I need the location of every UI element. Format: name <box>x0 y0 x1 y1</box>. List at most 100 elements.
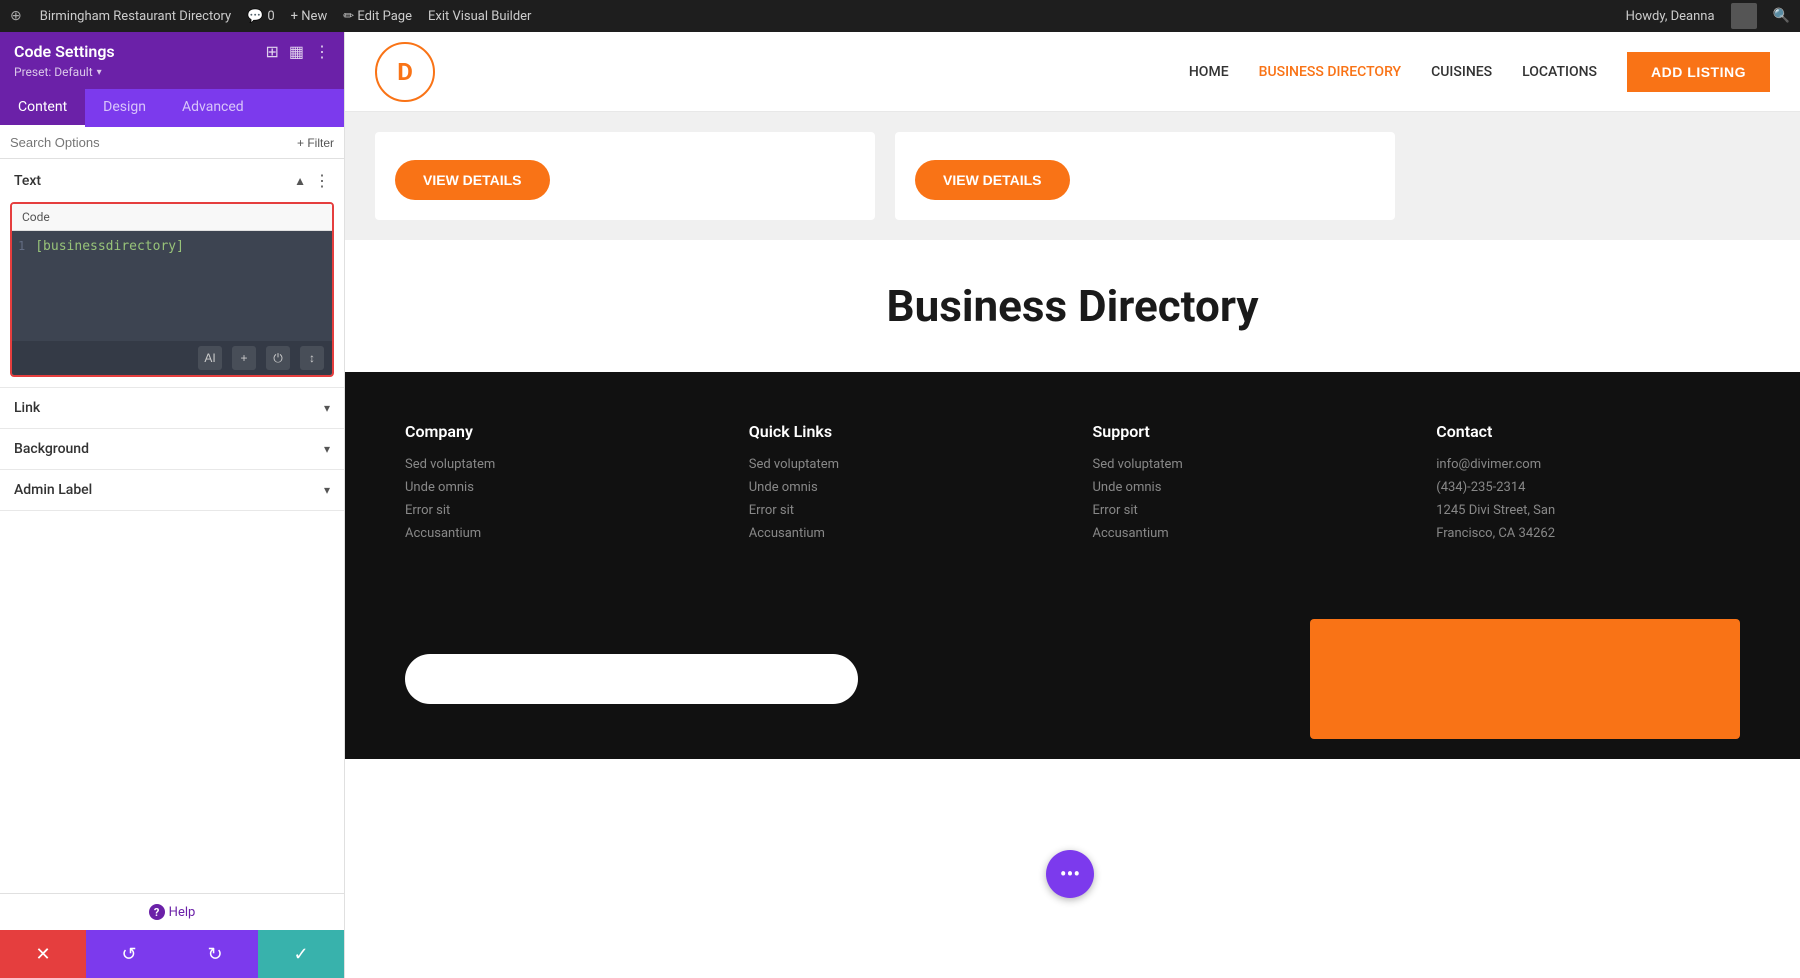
biz-dir-section: Business Directory <box>345 240 1800 372</box>
dots-icon: ••• <box>1060 862 1080 886</box>
panel-tabs: Content Design Advanced <box>0 89 344 127</box>
footer-contact-link-3[interactable]: 1245 Divi Street, San <box>1436 503 1740 518</box>
edit-page-link[interactable]: ✏ Edit Page <box>343 9 412 24</box>
tab-advanced[interactable]: Advanced <box>164 89 262 127</box>
nav-link-cuisines[interactable]: CUISINES <box>1431 64 1492 80</box>
tab-content[interactable]: Content <box>0 89 85 127</box>
link-section: Link ▾ <box>0 388 344 429</box>
panel-title: Code Settings <box>14 42 115 61</box>
text-section: Text ▲ ⋮ Code 1 [businessdirectory] <box>0 159 344 388</box>
footer-company-link-4[interactable]: Accusantium <box>405 526 709 541</box>
footer-support-link-2[interactable]: Unde omnis <box>1093 480 1397 495</box>
panel-content: Text ▲ ⋮ Code 1 [businessdirectory] <box>0 159 344 893</box>
search-options-input[interactable] <box>10 135 289 150</box>
footer-contact-link-2[interactable]: (434)-235-2314 <box>1436 480 1740 495</box>
footer-quicklinks-title: Quick Links <box>749 422 1053 441</box>
help-link[interactable]: ? Help <box>10 904 334 920</box>
floating-action-button[interactable]: ••• <box>1046 850 1094 898</box>
nav-link-locations[interactable]: LOCATIONS <box>1522 64 1597 80</box>
code-shortcode-text: [businessdirectory] <box>35 239 184 254</box>
text-section-chevron: ▲ <box>294 174 306 188</box>
sort-button[interactable]: ↕ <box>300 346 324 370</box>
comment-icon: 💬 <box>247 9 263 24</box>
code-content: [businessdirectory] <box>35 239 184 333</box>
add-code-button[interactable]: + <box>232 346 256 370</box>
history-button[interactable]: ↺ <box>86 930 172 978</box>
chevron-down-icon: ▾ <box>97 67 102 78</box>
card-2: VIEW DETAILS <box>895 132 1395 220</box>
text-section-dots[interactable]: ⋮ <box>314 171 330 190</box>
search-icon[interactable]: 🔍 <box>1773 8 1790 24</box>
view-details-button-2[interactable]: VIEW DETAILS <box>915 160 1070 200</box>
save-button[interactable]: ✓ <box>258 930 344 978</box>
add-listing-button[interactable]: ADD LISTING <box>1627 52 1770 92</box>
footer-col-contact: Contact info@divimer.com (434)-235-2314 … <box>1436 422 1740 549</box>
panel-actions: ✕ ↺ ↻ ✓ <box>0 930 344 978</box>
footer-quicklinks-link-3[interactable]: Error sit <box>749 503 1053 518</box>
ai-button[interactable]: AI <box>198 346 222 370</box>
comments-link[interactable]: 💬 0 <box>247 9 275 24</box>
footer-col-quicklinks: Quick Links Sed voluptatem Unde omnis Er… <box>749 422 1053 549</box>
footer-quicklinks-link-2[interactable]: Unde omnis <box>749 480 1053 495</box>
footer-support-link-4[interactable]: Accusantium <box>1093 526 1397 541</box>
redo-button[interactable]: ↻ <box>172 930 258 978</box>
wp-logo-icon[interactable]: ⊕ <box>10 8 22 24</box>
bottom-search-bar[interactable] <box>405 654 858 704</box>
filter-button[interactable]: + Filter <box>297 136 334 150</box>
redo-icon: ↻ <box>207 944 222 965</box>
link-section-title: Link <box>14 400 40 416</box>
text-section-header[interactable]: Text ▲ ⋮ <box>0 159 344 202</box>
filter-label: + Filter <box>297 136 334 150</box>
site-nav: D HOME BUSINESS DIRECTORY CUISINES LOCAT… <box>345 32 1800 112</box>
section-header-right: ▲ ⋮ <box>294 171 330 190</box>
nav-link-business-directory[interactable]: BUSINESS DIRECTORY <box>1259 64 1402 80</box>
comments-count: 0 <box>267 9 274 24</box>
code-editor-area[interactable]: 1 [businessdirectory] <box>12 231 332 341</box>
new-button[interactable]: + New <box>291 9 328 24</box>
footer-contact-title: Contact <box>1436 422 1740 441</box>
left-panel: Code Settings ⊞ ▦ ⋮ Preset: Default ▾ Co… <box>0 32 345 978</box>
footer-quicklinks-link-4[interactable]: Accusantium <box>749 526 1053 541</box>
link-section-header[interactable]: Link ▾ <box>0 388 344 428</box>
panel-icon-more[interactable]: ⋮ <box>314 42 330 61</box>
orange-block <box>1310 619 1740 739</box>
text-section-title: Text <box>14 173 41 189</box>
panel-preset[interactable]: Preset: Default ▾ <box>14 65 330 79</box>
preset-label: Preset: Default <box>14 65 93 79</box>
howdy-text: Howdy, Deanna <box>1626 9 1715 24</box>
footer-support-link-3[interactable]: Error sit <box>1093 503 1397 518</box>
bottom-area <box>345 599 1800 759</box>
tab-design[interactable]: Design <box>85 89 164 127</box>
panel-header-icons: ⊞ ▦ ⋮ <box>265 42 330 61</box>
footer-quicklinks-link-1[interactable]: Sed voluptatem <box>749 457 1053 472</box>
footer-support-link-1[interactable]: Sed voluptatem <box>1093 457 1397 472</box>
panel-icon-grid[interactable]: ▦ <box>289 42 304 61</box>
site-nav-links: HOME BUSINESS DIRECTORY CUISINES LOCATIO… <box>1189 64 1597 80</box>
card-1: VIEW DETAILS <box>375 132 875 220</box>
admin-label-chevron: ▾ <box>324 483 330 497</box>
power-button[interactable]: ⏻ <box>266 346 290 370</box>
code-editor-toolbar: AI + ⏻ ↕ <box>12 341 332 375</box>
footer-support-title: Support <box>1093 422 1397 441</box>
cancel-button[interactable]: ✕ <box>0 930 86 978</box>
footer-company-link-3[interactable]: Error sit <box>405 503 709 518</box>
nav-link-home[interactable]: HOME <box>1189 64 1229 80</box>
panel-bottom-bar: ? Help <box>0 893 344 930</box>
close-icon: ✕ <box>35 944 50 965</box>
panel-header: Code Settings ⊞ ▦ ⋮ Preset: Default ▾ <box>0 32 344 89</box>
admin-label-section: Admin Label ▾ <box>0 470 344 511</box>
footer-company-link-2[interactable]: Unde omnis <box>405 480 709 495</box>
site-name[interactable]: Birmingham Restaurant Directory <box>40 9 231 24</box>
admin-label-section-header[interactable]: Admin Label ▾ <box>0 470 344 510</box>
code-editor-wrapper: Code 1 [businessdirectory] AI + ⏻ ↕ <box>10 202 334 377</box>
footer-contact-link-1[interactable]: info@divimer.com <box>1436 457 1740 472</box>
footer-contact-link-4[interactable]: Francisco, CA 34262 <box>1436 526 1740 541</box>
exit-visual-builder-link[interactable]: Exit Visual Builder <box>428 9 531 24</box>
cards-area: VIEW DETAILS VIEW DETAILS <box>345 112 1800 240</box>
admin-label-section-title: Admin Label <box>14 482 92 498</box>
background-section-header[interactable]: Background ▾ <box>0 429 344 469</box>
view-details-button-1[interactable]: VIEW DETAILS <box>395 160 550 200</box>
footer-company-title: Company <box>405 422 709 441</box>
footer-company-link-1[interactable]: Sed voluptatem <box>405 457 709 472</box>
panel-icon-columns[interactable]: ⊞ <box>265 42 278 61</box>
